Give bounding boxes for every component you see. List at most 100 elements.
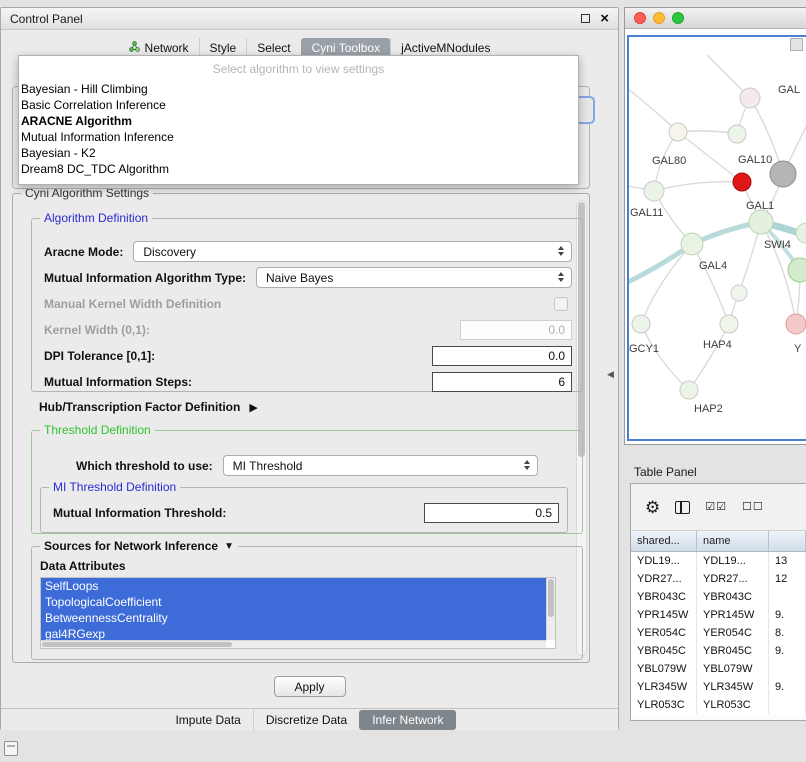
hub-definition-label: Hub/Transcription Factor Definition <box>39 400 240 414</box>
algorithm-option-dream8-dc-tdc-algorithm[interactable]: Dream8 DC_TDC Algorithm <box>19 161 578 177</box>
node-gal4[interactable] <box>681 233 703 255</box>
table-row[interactable]: YBR045CYBR045C9. <box>631 642 806 660</box>
table-row[interactable]: YER054CYER054C8. <box>631 624 806 642</box>
checked-boxes-icon[interactable]: ☑☑ <box>705 502 727 513</box>
network-edge[interactable] <box>641 244 692 324</box>
bottom-tab-infer-network[interactable]: Infer Network <box>359 710 455 730</box>
dpi-tolerance-label: DPI Tolerance [0,1]: <box>44 349 155 363</box>
table-cell: YBR045C <box>697 642 769 660</box>
node-gal11[interactable] <box>644 181 664 201</box>
hub-definition-expander[interactable]: Hub/Transcription Factor Definition ▶ <box>39 400 258 414</box>
minimize-traffic-light[interactable] <box>653 12 665 24</box>
table-row[interactable]: YPR145WYPR145W9. <box>631 606 806 624</box>
node-3[interactable] <box>788 258 806 282</box>
column-header-0[interactable]: shared... <box>631 531 697 551</box>
node-1[interactable] <box>740 88 760 108</box>
mi-algorithm-type-select[interactable]: Naive Bayes <box>256 267 572 288</box>
attribute-item-selfloops[interactable]: SelfLoops <box>41 578 546 594</box>
node-hap4[interactable] <box>720 315 738 333</box>
tab-label: Network <box>145 41 189 55</box>
algorithm-option-aracne-algorithm[interactable]: ARACNE Algorithm <box>19 113 578 129</box>
mi-threshold-definition-title: MI Threshold Definition <box>49 480 180 494</box>
scrollbar-thumb[interactable] <box>548 579 554 617</box>
aracne-mode-select[interactable]: Discovery <box>133 241 572 262</box>
table-header-row: shared...name <box>631 531 806 552</box>
attribute-item-topologicalcoefficient[interactable]: TopologicalCoefficient <box>41 594 546 610</box>
docked-panel-icon[interactable] <box>4 741 18 756</box>
network-node-label: HAP2 <box>694 403 723 415</box>
bottom-tab-bar: Impute DataDiscretize DataInfer Network <box>1 708 618 730</box>
table-panel-title: Table Panel <box>634 465 697 479</box>
node-gal10[interactable] <box>770 161 796 187</box>
algorithm-definition-group: Algorithm Definition Aracne Mode: Discov… <box>31 218 583 392</box>
node-gal1[interactable] <box>749 210 773 234</box>
bottom-tab-discretize-data[interactable]: Discretize Data <box>253 710 359 730</box>
bottom-tab-impute-data[interactable]: Impute Data <box>163 710 252 730</box>
column-header-2[interactable] <box>769 531 806 551</box>
table-row[interactable]: YLR345WYLR345W9. <box>631 678 806 696</box>
float-window-icon[interactable] <box>581 14 590 23</box>
algorithm-option-list: Bayesian - Hill ClimbingBasic Correlatio… <box>19 81 578 177</box>
network-node-label: SWI4 <box>764 239 791 251</box>
network-node-label: GAL4 <box>699 260 727 272</box>
table-cell: YDL19... <box>697 552 769 570</box>
algorithm-option-bayesian-k2[interactable]: Bayesian - K2 <box>19 145 578 161</box>
network-edge[interactable] <box>692 244 729 324</box>
table-row[interactable]: YDR27...YDR27...12 <box>631 570 806 588</box>
apply-button[interactable]: Apply <box>274 676 346 697</box>
sources-collapser[interactable]: Sources for Network Inference ▼ <box>40 539 238 553</box>
network-edge[interactable] <box>641 324 689 390</box>
network-node-label: GAL11 <box>630 207 663 219</box>
node-red[interactable] <box>733 173 751 191</box>
node-gcy1[interactable] <box>632 315 650 333</box>
table-row[interactable]: YLR053CYLR053C <box>631 696 806 714</box>
sources-group: Sources for Network Inference ▼ Data Att… <box>31 546 583 660</box>
table-row[interactable]: YBR043CYBR043C <box>631 588 806 606</box>
mi-steps-input[interactable] <box>432 372 572 392</box>
network-edge[interactable] <box>689 324 729 390</box>
node-swi4[interactable] <box>796 223 806 243</box>
algorithm-option-basic-correlation-inference[interactable]: Basic Correlation Inference <box>19 97 578 113</box>
network-edge[interactable] <box>654 182 742 191</box>
node-hap2[interactable] <box>680 381 698 399</box>
table-row[interactable]: YDL19...YDL19...13 <box>631 552 806 570</box>
node-gal80[interactable] <box>669 123 687 141</box>
kernel-width-input[interactable] <box>460 320 572 340</box>
combo-stepper-icon <box>558 272 564 282</box>
table-row[interactable]: YBL079WYBL079W <box>631 660 806 678</box>
combo-stepper-icon <box>558 246 564 256</box>
manual-kernel-width-checkbox[interactable] <box>554 297 568 311</box>
kernel-width-label: Kernel Width (0,1): <box>44 323 150 337</box>
algorithm-dropdown-popup: Select algorithm to view settings Bayesi… <box>18 55 579 185</box>
network-canvas[interactable]: GALGAL80GAL10GAL11GAL1SWI4GAL4GCY1HAP4YH… <box>627 35 806 441</box>
node-5[interactable] <box>786 314 806 334</box>
list-horizontal-scrollbar[interactable] <box>41 640 546 648</box>
zoom-traffic-light[interactable] <box>672 12 684 24</box>
algorithm-option-bayesian-hill-climbing[interactable]: Bayesian - Hill Climbing <box>19 81 578 97</box>
attribute-item-betweennesscentrality[interactable]: BetweennessCentrality <box>41 610 546 626</box>
dpi-tolerance-input[interactable] <box>432 346 572 366</box>
mi-threshold-input[interactable] <box>424 503 559 523</box>
node-2[interactable] <box>728 125 746 143</box>
scrollbar-thumb[interactable] <box>42 642 232 647</box>
close-icon[interactable]: × <box>600 11 609 26</box>
algorithm-option-mutual-information-inference[interactable]: Mutual Information Inference <box>19 129 578 145</box>
network-node-label: GAL1 <box>746 200 774 212</box>
table-cell: YLR345W <box>697 678 769 696</box>
mi-algorithm-type-label: Mutual Information Algorithm Type: <box>44 271 246 285</box>
column-layout-icon[interactable] <box>675 501 690 514</box>
unchecked-boxes-icon[interactable]: ☐☐ <box>742 502 764 513</box>
control-panel-titlebar: Control Panel × <box>1 8 618 30</box>
which-threshold-select[interactable]: MI Threshold <box>223 455 538 476</box>
close-traffic-light[interactable] <box>634 12 646 24</box>
collapse-left-arrow-icon[interactable]: ◀ <box>607 369 614 380</box>
node-4[interactable] <box>731 285 747 301</box>
network-view-window: GALGAL80GAL10GAL11GAL1SWI4GAL4GCY1HAP4YH… <box>624 7 806 445</box>
column-header-1[interactable]: name <box>697 531 769 551</box>
list-vertical-scrollbar[interactable] <box>546 578 555 640</box>
collapse-down-arrow-icon: ▼ <box>224 541 234 552</box>
settings-gear-icon[interactable]: ⚙ <box>645 499 660 516</box>
network-graph: GALGAL80GAL10GAL11GAL1SWI4GAL4GCY1HAP4YH… <box>629 37 806 441</box>
which-threshold-value: MI Threshold <box>233 459 303 473</box>
network-edge[interactable] <box>629 85 678 132</box>
